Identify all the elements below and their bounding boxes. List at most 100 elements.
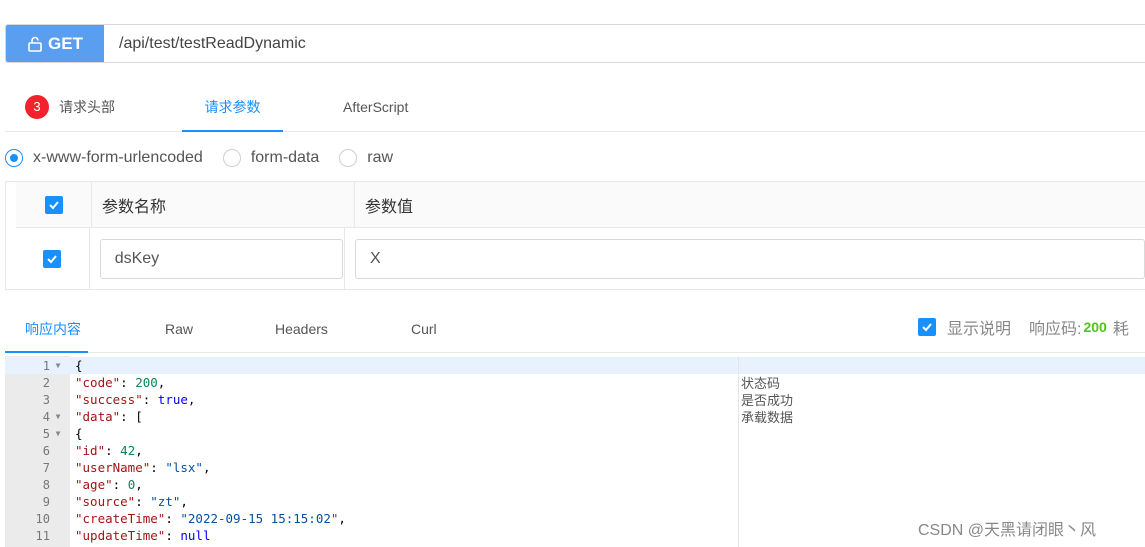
code-line: "id": 42, — [75, 443, 143, 458]
json-value: "2022-09-15 15:15:02" — [180, 511, 339, 526]
json-key: "userName" — [75, 460, 151, 475]
brace: { — [75, 358, 83, 373]
params-table: 参数名称 参数值 dsKey X — [5, 181, 1145, 290]
table-row: dsKey X — [16, 227, 1145, 289]
method-button[interactable]: GET — [6, 25, 104, 62]
line-number-text: 10 — [35, 511, 50, 526]
code-line: "success": true, — [75, 392, 196, 407]
fold-arrow-icon[interactable]: ▼ — [53, 429, 63, 438]
code-line: { — [75, 357, 83, 374]
param-value-header: 参数值 — [365, 198, 414, 216]
select-all-checkbox[interactable] — [44, 195, 63, 214]
tab-request-params[interactable]: 请求参数 — [182, 82, 283, 132]
json-key: "updateTime" — [75, 528, 166, 543]
line-number-text: 2 — [42, 375, 50, 390]
fold-arrow-icon[interactable]: ▼ — [53, 412, 63, 421]
request-tabs: 3 请求头部 请求参数 AfterScript — [5, 82, 1145, 132]
field-description: 承载数据 — [741, 411, 794, 426]
json-value: true — [157, 392, 188, 407]
header-count-badge: 3 — [25, 94, 49, 119]
radio-unchecked-icon — [339, 149, 358, 167]
radio-raw[interactable]: raw — [339, 149, 393, 167]
tab-label: Raw — [165, 321, 194, 337]
line-number: 6 — [5, 442, 63, 459]
field-description: 状态码 — [741, 377, 781, 392]
line-number: 5 ▼ — [5, 425, 63, 442]
line-number-text: 5 — [42, 426, 50, 441]
params-header-row: 参数名称 参数值 — [16, 182, 1145, 227]
tab-label: Curl — [411, 321, 437, 337]
line-number-text: 1 — [42, 358, 50, 373]
url-bar: GET /api/test/testReadDynamic — [5, 24, 1145, 63]
line-number: 1 ▼ — [5, 357, 63, 374]
active-tab-indicator — [5, 351, 88, 353]
json-key: "id" — [75, 443, 106, 458]
response-time-label: 耗 — [1112, 321, 1129, 338]
unlock-icon — [27, 36, 43, 52]
line-number-text: 3 — [42, 392, 50, 407]
line-number-text: 6 — [42, 443, 50, 458]
json-value: 0 — [127, 477, 136, 492]
line-number: 4 ▼ — [5, 408, 63, 425]
tab-afterscript[interactable]: AfterScript — [343, 82, 408, 131]
radio-x-www-form-urlencoded[interactable]: x-www-form-urlencoded — [5, 149, 203, 167]
row-checkbox[interactable] — [43, 249, 62, 268]
json-value: "lsx" — [165, 460, 203, 475]
line-number: 2 — [5, 374, 63, 391]
show-desc-checkbox[interactable] — [918, 318, 936, 336]
line-number-text: 8 — [42, 477, 50, 492]
param-name-cell: dsKey — [89, 227, 345, 289]
tab-label: 请求头部 — [59, 98, 115, 115]
show-desc-label: 显示说明 — [947, 321, 1012, 338]
param-name-input[interactable]: dsKey — [99, 238, 343, 279]
radio-label: form-data — [250, 149, 320, 166]
response-code-value: 200 — [1083, 319, 1107, 335]
bracket: [ — [135, 409, 143, 424]
fold-arrow-icon[interactable]: ▼ — [53, 361, 63, 370]
tab-response-content[interactable]: 响应内容 — [5, 306, 88, 353]
row-check-cell — [16, 227, 90, 289]
radio-label: x-www-form-urlencoded — [33, 149, 203, 166]
code-line: "data": [ — [75, 409, 143, 424]
tab-label: 响应内容 — [25, 321, 81, 337]
line-number-text: 9 — [42, 494, 50, 509]
json-key: "createTime" — [75, 511, 166, 526]
brace: { — [75, 426, 83, 441]
url-input[interactable]: /api/test/testReadDynamic — [104, 25, 1145, 62]
line-number: 9 — [5, 493, 63, 510]
json-key: "success" — [75, 392, 143, 407]
watermark: CSDN @天黑请闭眼丶风 — [918, 522, 1097, 539]
field-description: 是否成功 — [741, 394, 794, 409]
code-line: "createTime": "2022-09-15 15:15:02", — [75, 511, 346, 526]
code-line: "source": "zt", — [75, 494, 188, 509]
param-name-header: 参数名称 — [92, 182, 355, 227]
tab-curl[interactable]: Curl — [411, 306, 437, 352]
tab-request-headers[interactable]: 3 请求头部 — [25, 82, 115, 131]
json-key: "code" — [75, 375, 121, 390]
radio-unchecked-icon — [222, 149, 241, 167]
line-number-text: 11 — [35, 528, 50, 543]
param-value-input[interactable]: X — [355, 238, 1145, 279]
line-number-text: 4 — [42, 409, 50, 424]
radio-form-data[interactable]: form-data — [222, 149, 320, 167]
select-all-cell — [16, 182, 92, 227]
json-value: null — [180, 528, 211, 543]
line-number-text: 7 — [42, 460, 50, 475]
code-line: "code": 200, — [75, 375, 166, 390]
code-line: "userName": "lsx", — [75, 460, 211, 475]
active-tab-indicator — [182, 130, 283, 132]
tab-headers[interactable]: Headers — [275, 306, 328, 352]
tab-raw[interactable]: Raw — [165, 306, 193, 352]
code-area: { "code": 200, "success": true, "data": … — [70, 356, 738, 547]
line-number: 3 — [5, 391, 63, 408]
method-label: GET — [48, 33, 83, 53]
radio-label: raw — [367, 149, 394, 166]
response-meta: 显示说明 响应码: 200 耗 — [918, 316, 1129, 338]
json-value: 42 — [120, 443, 136, 458]
line-number: 10 — [5, 510, 63, 527]
body-type-group: x-www-form-urlencoded form-data raw — [5, 146, 413, 170]
code-line: "age": 0, — [75, 477, 143, 492]
json-value: "zt" — [150, 494, 181, 509]
line-number: 8 — [5, 476, 63, 493]
response-code-label: 响应码: — [1029, 321, 1082, 338]
